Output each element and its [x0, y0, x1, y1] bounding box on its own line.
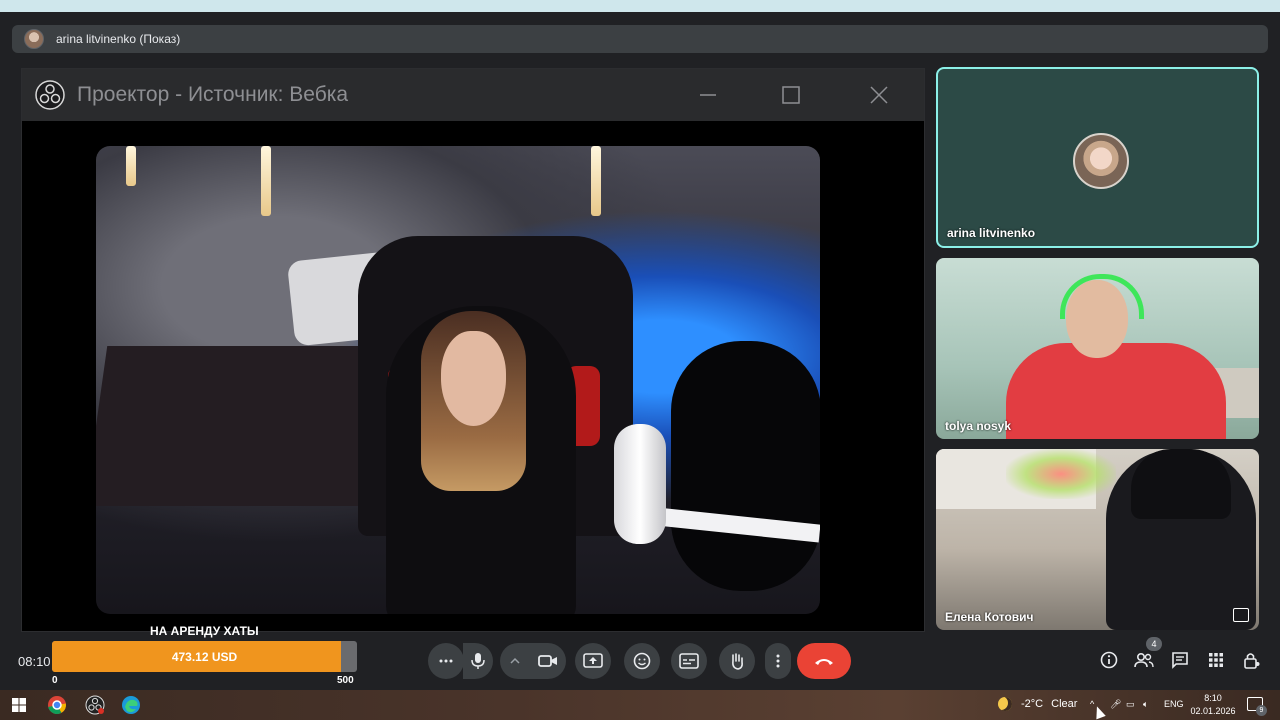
- lock-person-icon: [1244, 653, 1260, 669]
- edge-icon: [122, 696, 140, 714]
- wall-lamp: [261, 146, 271, 216]
- more-options-button[interactable]: [428, 643, 464, 679]
- wall-lamp: [591, 146, 601, 216]
- donation-title: НА АРЕНДУ ХАТЫ: [150, 624, 259, 638]
- donation-max: 500: [337, 675, 354, 686]
- more-vertical-icon: [776, 654, 780, 668]
- input-language[interactable]: ENG: [1164, 699, 1184, 709]
- chevron-up-icon: [510, 657, 520, 664]
- taskbar-obs[interactable]: [84, 694, 106, 716]
- avatar: [1073, 133, 1129, 189]
- windows-logo-icon: [12, 698, 26, 712]
- minimize-button[interactable]: [694, 81, 722, 109]
- cap: [1131, 449, 1231, 519]
- more-horizontal-icon: [439, 659, 453, 663]
- light-glow: [1006, 449, 1116, 499]
- browser-tab-strip: [0, 0, 1280, 12]
- chat-icon: [1172, 652, 1188, 669]
- donation-min: 0: [52, 675, 58, 686]
- call-end-icon: [815, 659, 833, 665]
- people-icon: [1134, 652, 1154, 668]
- tray-volume-icon[interactable]: 🔈︎: [1143, 699, 1148, 710]
- minimize-icon: [700, 94, 716, 96]
- start-button[interactable]: [8, 694, 30, 716]
- chrome-icon: [48, 696, 67, 715]
- presentation-banner: arina litvinenko (Показ): [12, 25, 1268, 53]
- participant-tile-arina[interactable]: arina litvinenko: [936, 67, 1259, 248]
- captions-icon: [679, 653, 699, 669]
- people-count-badge: 4: [1146, 637, 1162, 651]
- wall-lamp: [126, 146, 136, 186]
- maximize-button[interactable]: [777, 81, 805, 109]
- notification-count: 9: [1256, 705, 1267, 716]
- mic-button[interactable]: [463, 643, 493, 679]
- activities-button[interactable]: [1204, 648, 1228, 672]
- participant-name: arina litvinenko: [947, 226, 1036, 240]
- moon-icon: [998, 697, 1012, 711]
- tray-network-icon[interactable]: ▭: [1126, 699, 1135, 710]
- presenting-icon: [1233, 608, 1249, 622]
- raise-hand-button[interactable]: [719, 643, 755, 679]
- donation-amount: 473.12 USD: [171, 649, 238, 664]
- captions-button[interactable]: [671, 643, 707, 679]
- present-screen-icon: [583, 653, 603, 668]
- more-actions-button[interactable]: [765, 643, 791, 679]
- participant-name: tolya nosyk: [945, 419, 1012, 433]
- presenter-name: arina litvinenko (Показ): [56, 32, 181, 46]
- projector-title: Проектор - Источник: Вебка: [77, 83, 349, 106]
- chair-silhouette: [671, 341, 820, 591]
- tray-mic-icon[interactable]: 🎤︎: [1110, 699, 1121, 710]
- info-icon: [1100, 651, 1118, 669]
- presenter-avatar: [24, 29, 44, 49]
- mic-icon: [471, 653, 485, 669]
- present-screen-button[interactable]: [575, 643, 611, 679]
- obs-icon: [85, 695, 105, 715]
- headset: [1060, 274, 1144, 319]
- participant-tile-elena[interactable]: Елена Котович: [936, 449, 1259, 630]
- taskbar-chrome[interactable]: [46, 694, 68, 716]
- taskbar-date: 02.01.2026: [1190, 706, 1236, 716]
- camera-options-button[interactable]: [500, 643, 530, 679]
- projector-window: Проектор - Источник: Вебка: [21, 68, 925, 632]
- people-button[interactable]: [1132, 648, 1156, 672]
- close-button[interactable]: [865, 81, 893, 109]
- close-icon: [870, 86, 888, 104]
- emoji-icon: [633, 652, 651, 670]
- meeting-details-button[interactable]: [1097, 648, 1121, 672]
- raise-hand-icon: [732, 653, 743, 670]
- chat-button[interactable]: [1168, 648, 1192, 672]
- streamer-face: [441, 331, 506, 426]
- meeting-time: 08:10: [18, 654, 51, 669]
- leave-call-button[interactable]: [797, 643, 851, 679]
- donation-progress-bar: 473.12 USD: [52, 641, 357, 672]
- projector-titlebar[interactable]: Проектор - Источник: Вебка: [22, 69, 924, 121]
- videocam-icon: [538, 655, 557, 667]
- host-controls-button[interactable]: [1240, 648, 1264, 672]
- weather-temp: -2°C: [1021, 698, 1044, 710]
- participant-tile-tolya[interactable]: tolya nosyk: [936, 258, 1259, 439]
- participant-name: Елена Котович: [945, 610, 1034, 624]
- webcam-feed: [96, 146, 820, 614]
- weather-desc: Clear: [1051, 698, 1078, 710]
- obs-logo-icon: [35, 80, 65, 110]
- taskbar-clock[interactable]: 8:10 02.01.2026: [1188, 692, 1238, 718]
- taskbar-edge[interactable]: [120, 694, 142, 716]
- microphone: [614, 424, 666, 544]
- weather-widget[interactable]: -2°C Clear: [998, 697, 1077, 711]
- windows-taskbar: [0, 690, 1280, 720]
- camera-button[interactable]: [530, 643, 566, 679]
- taskbar-time: 8:10: [1204, 693, 1222, 703]
- apps-grid-icon: [1209, 653, 1223, 667]
- emoji-button[interactable]: [624, 643, 660, 679]
- participant-body: [1006, 343, 1226, 439]
- maximize-icon: [782, 86, 800, 104]
